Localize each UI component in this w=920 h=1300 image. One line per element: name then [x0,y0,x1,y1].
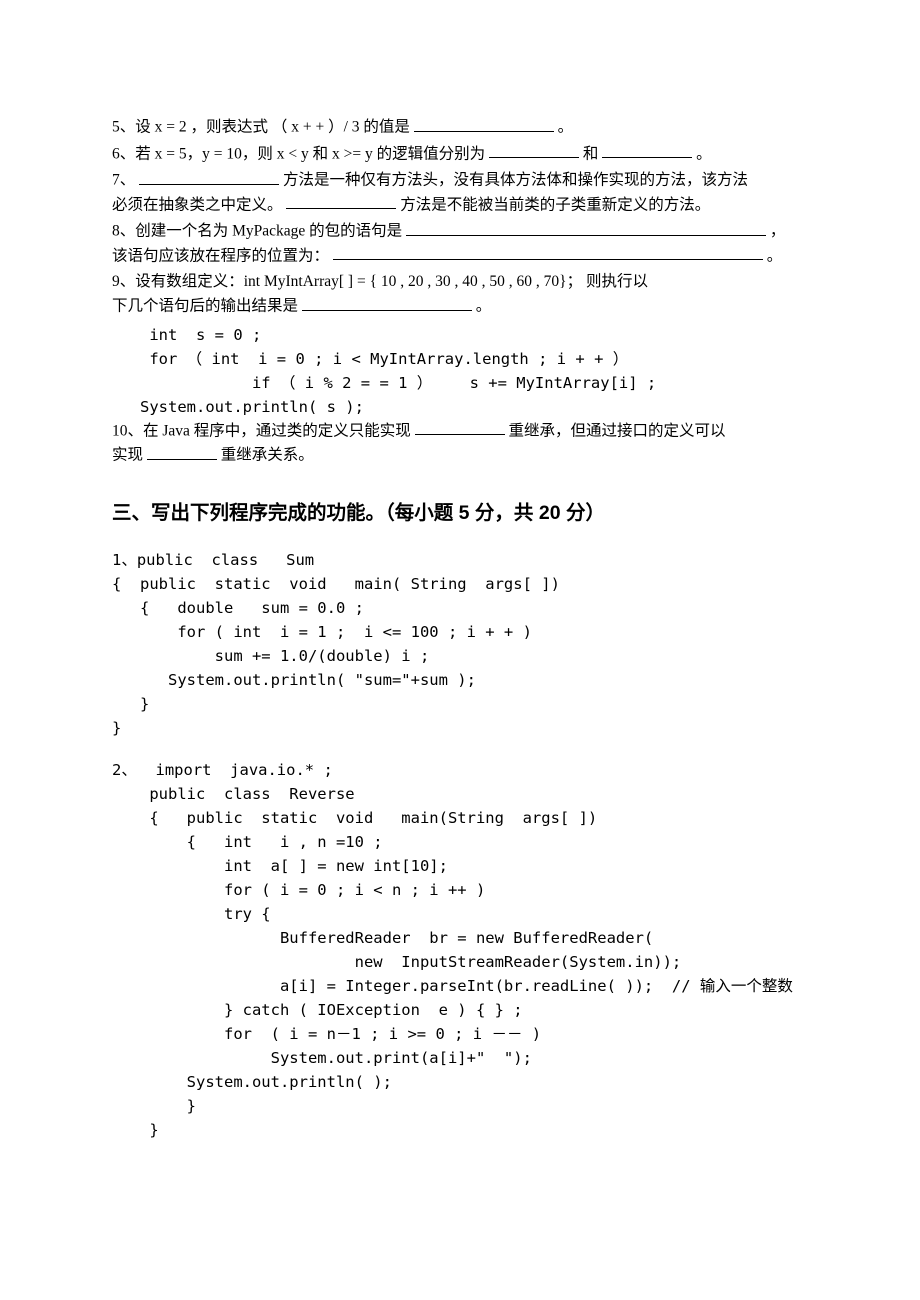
program-2: 2、 import java.io.* ; public class Rever… [112,758,808,1142]
q5-blank[interactable] [414,115,554,132]
q7-line2b: 方法是不能被当前类的子类重新定义的方法。 [400,196,710,213]
q7-line2a: 必须在抽象类之中定义。 [112,196,283,213]
q7-line1b: 方法是一种仅有方法头，没有具体方法体和操作实现的方法，该方法 [283,172,748,189]
question-7: 7、 方法是一种仅有方法头，没有具体方法体和操作实现的方法，该方法 必须在抽象类… [112,168,808,217]
q6-suffix: 。 [696,145,712,162]
question-5: 5、设 x = 2 ，则表达式 （ x + + ）/ 3 的值是 。 [112,115,808,140]
q10-line2b: 重继承关系。 [221,447,314,464]
q6-blank-1[interactable] [489,142,579,159]
q9-blank[interactable] [302,294,472,311]
q10-line1a: 10、在 Java 程序中，通过类的定义只能实现 [112,422,411,439]
q9-line2a: 下几个语句后的输出结果是 [112,298,302,315]
q10-blank-1[interactable] [415,419,505,436]
q9-line2b: 。 [476,298,492,315]
q6-mid: 和 [583,145,602,162]
q8-line1b: ， [770,223,786,240]
q7-blank-1[interactable] [139,168,279,185]
q5-suffix: 。 [558,119,574,136]
q8-line1a: 8、创建一个名为 MyPackage 的包的语句是 [112,223,402,240]
q5-prefix: 5、设 x = 2 ，则表达式 （ x + + ）/ 3 的值是 [112,119,410,136]
q10-line1b: 重继承，但通过接口的定义可以 [509,422,726,439]
question-10: 10、在 Java 程序中，通过类的定义只能实现 重继承，但通过接口的定义可以 … [112,419,808,468]
q9-line1: 9、设有数组定义：int MyIntArray[ ] = { 10 , 20 ,… [112,273,648,290]
q10-line2a: 实现 [112,447,143,464]
q7-line1a: 7、 [112,172,135,189]
q9-code: int s = 0 ; for （ int i = 0 ; i < MyIntA… [112,323,808,419]
question-6: 6、若 x = 5，y = 10，则 x < y 和 x >= y 的逻辑值分别… [112,142,808,167]
question-9: 9、设有数组定义：int MyIntArray[ ] = { 10 , 20 ,… [112,270,808,419]
program-1: 1、public class Sum { public static void … [112,548,808,740]
question-8: 8、创建一个名为 MyPackage 的包的语句是 ， 该语句应该放在程序的位置… [112,219,808,268]
q8-blank-2[interactable] [333,244,763,261]
q6-prefix: 6、若 x = 5，y = 10，则 x < y 和 x >= y 的逻辑值分别… [112,145,485,162]
q10-blank-2[interactable] [147,443,217,460]
q8-line2b: 。 [767,247,783,264]
q8-blank-1[interactable] [406,219,766,236]
q7-blank-2[interactable] [286,193,396,210]
page: 5、设 x = 2 ，则表达式 （ x + + ）/ 3 的值是 。 6、若 x… [0,0,920,1300]
q6-blank-2[interactable] [602,142,692,159]
section-3-title: 三、写出下列程序完成的功能。（每小题 5 分，共 20 分） [112,498,808,528]
q8-line2a: 该语句应该放在程序的位置为： [112,247,329,264]
